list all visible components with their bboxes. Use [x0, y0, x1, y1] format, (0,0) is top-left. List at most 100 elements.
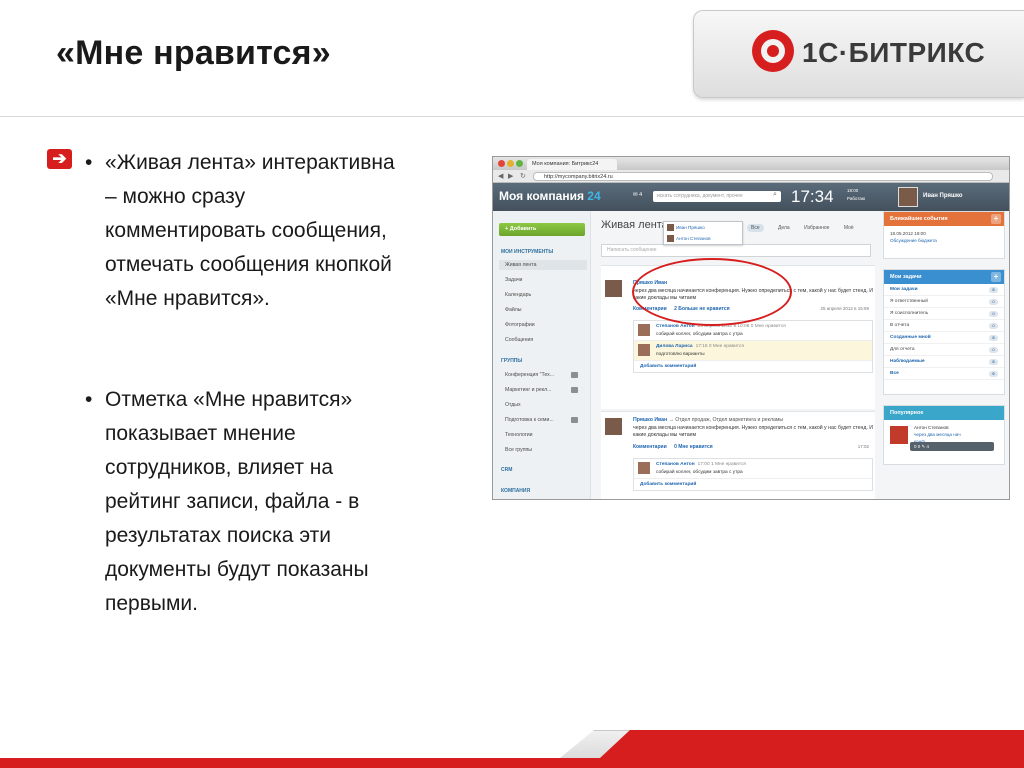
add-event-icon[interactable]: +: [991, 214, 1001, 224]
popular-author[interactable]: Антон Степанов: [914, 424, 961, 431]
post-author-avatar[interactable]: [605, 418, 622, 435]
comment-text: собирай коллег, обсудим завтра с утра: [656, 470, 743, 475]
user-avatar[interactable]: [898, 187, 918, 207]
task-filter-item[interactable]: Созданные мной 0: [884, 332, 1004, 344]
bullet-dot: •: [85, 151, 93, 174]
post-author[interactable]: Пряшко Иван → Отдел продаж, Отдел маркет…: [633, 417, 783, 423]
task-filter-label: Созданные мной: [890, 335, 931, 340]
task-count-badge: 0: [989, 323, 998, 329]
add-button[interactable]: + Добавить: [499, 223, 585, 236]
minimize-window-icon[interactable]: [507, 160, 514, 167]
task-filter-item[interactable]: Все 0: [884, 368, 1004, 380]
company-name: Моя компания: [499, 189, 584, 203]
nav-item-tasks[interactable]: Задачи: [505, 277, 522, 283]
maximize-window-icon[interactable]: [516, 160, 523, 167]
liker-row[interactable]: Антон Степанов: [664, 233, 742, 244]
inbox-counter[interactable]: ✉ 4: [633, 192, 642, 198]
add-comment-link[interactable]: Добавить комментарий: [634, 361, 872, 372]
user-name[interactable]: Иван Пряшко: [923, 193, 963, 199]
task-filter-item[interactable]: Наблюдаемые 0: [884, 356, 1004, 368]
comment: Степанов Антон 25 апреля 2012 в 10:08 0 М…: [634, 321, 872, 341]
url-input[interactable]: http://mycompany.bitrix24.ru: [533, 172, 993, 181]
nav-item-live-feed[interactable]: Живая лента: [499, 260, 587, 270]
event-item[interactable]: 18.05.2012 18:00 Обсуждение бюджета: [884, 226, 1004, 248]
task-filter-label: Я соисполнитель: [890, 311, 929, 316]
nav-item-calendar[interactable]: Календарь: [505, 292, 531, 298]
nav-section-tools[interactable]: МОИ ИНСТРУМЕНТЫ: [501, 249, 553, 255]
feed-tab-all[interactable]: Все: [747, 224, 764, 232]
comment-avatar[interactable]: [638, 462, 650, 474]
forward-icon[interactable]: ▶: [508, 172, 513, 180]
feed-title: Живая лента: [601, 219, 668, 231]
nav-group-item[interactable]: Подготовка к семи...: [505, 417, 554, 423]
clock-time[interactable]: 17:34: [791, 187, 834, 207]
post-author-name[interactable]: Пряшко Иван: [633, 417, 667, 423]
comment-author-name[interactable]: Степанов Антон: [656, 324, 695, 329]
add-comment-link[interactable]: Добавить комментарий: [634, 479, 872, 490]
like-button[interactable]: 0 Мне нравится: [674, 444, 713, 450]
close-window-icon[interactable]: [498, 160, 505, 167]
liker-name[interactable]: Антон Степанов: [676, 236, 711, 241]
task-filter-item[interactable]: Я ответственный 0: [884, 296, 1004, 308]
popular-toolbar[interactable]: 0 0 ✎ 4: [910, 442, 994, 451]
footer-red-band: [600, 730, 1024, 758]
nav-group-item[interactable]: Маркетинг и рекл...: [505, 387, 551, 393]
comment-author-name[interactable]: Дилова Лариса: [656, 344, 693, 349]
events-title: Ближайшие события: [890, 216, 948, 222]
bullet-2-line: сотрудников, влияет на: [105, 456, 334, 479]
comments-block: Степанов Антон 17:00 1 Мне нравится собир…: [633, 458, 873, 491]
group-badge-icon: [571, 372, 578, 378]
nav-group-item[interactable]: Все группы: [505, 447, 532, 453]
task-filter-item[interactable]: В отчета 0: [884, 320, 1004, 332]
liker-name[interactable]: Иван Пряшко: [676, 225, 705, 230]
task-filter-item[interactable]: Мои задачи 0: [884, 284, 1004, 296]
nav-item-messages[interactable]: Сообщения: [505, 337, 533, 343]
nav-group-item[interactable]: Конференция "Тех...: [505, 372, 554, 378]
bullet-1-line: «Мне нравится».: [105, 287, 270, 310]
company-title[interactable]: Моя компания 24: [499, 189, 601, 203]
popular-text-1[interactable]: через два месяца нач: [914, 431, 961, 438]
add-task-icon[interactable]: +: [991, 272, 1001, 282]
bullet-2-line: документы будут показаны: [105, 558, 369, 581]
nav-item-photos[interactable]: Фотографии: [505, 322, 535, 328]
portal-search-input[interactable]: искать сотрудника, документ, прочее: [653, 191, 781, 202]
comments-link[interactable]: Комментарии: [633, 444, 667, 450]
feed-tab-tasks[interactable]: Дела: [778, 225, 790, 231]
nav-section-company[interactable]: КОМПАНИЯ: [501, 488, 530, 494]
feed-tab-favorites[interactable]: Избранное: [804, 225, 829, 231]
right-sidebar: Ближайшие события + 18.05.2012 18:00 Обс…: [881, 211, 1009, 499]
nav-section-crm[interactable]: CRM: [501, 467, 512, 473]
popular-avatar[interactable]: [890, 426, 908, 444]
search-icon[interactable]: ⌕: [773, 191, 777, 199]
post-author-avatar[interactable]: [605, 280, 622, 297]
portal-screenshot: Моя компания: Битрикс24 ◀ ▶ ↻ http://myc…: [492, 156, 1010, 500]
nav-section-groups[interactable]: ГРУППЫ: [501, 358, 522, 364]
task-filter-item[interactable]: Для отчета 0: [884, 344, 1004, 356]
new-post-input[interactable]: Написать сообщение: [601, 244, 871, 257]
work-status[interactable]: Работаю: [847, 195, 865, 203]
reload-icon[interactable]: ↻: [520, 172, 526, 180]
bullet-1-line: отмечать сообщения кнопкой: [105, 253, 392, 276]
popular-widget-title: Популярное: [884, 406, 1004, 420]
nav-group-item[interactable]: Технологии: [505, 432, 533, 438]
task-filter-label: Для отчета: [890, 347, 915, 352]
comment-avatar[interactable]: [638, 324, 650, 336]
back-icon[interactable]: ◀: [498, 172, 503, 180]
comment-author-name[interactable]: Степанов Антон: [656, 462, 695, 467]
bullet-1: • «Живая лента» интерактивна – можно сра…: [85, 146, 480, 316]
nav-group-item[interactable]: Отдых: [505, 402, 521, 408]
post-actions: Комментарии 0 Мне нравится: [633, 444, 713, 450]
comment-author[interactable]: Степанов Антон 17:00 1 Мне нравится: [656, 462, 746, 467]
event-link[interactable]: Обсуждение бюджета: [890, 237, 998, 244]
comment: Дилова Лариса 17:15 0 Мне нравится подгот…: [634, 341, 872, 361]
browser-tab[interactable]: Моя компания: Битрикс24: [527, 159, 617, 170]
liker-row[interactable]: Иван Пряшко: [664, 222, 742, 233]
feed-tab-mine[interactable]: Моё: [844, 225, 854, 231]
task-filter-item[interactable]: Я соисполнитель 0: [884, 308, 1004, 320]
comment-avatar[interactable]: [638, 344, 650, 356]
inbox-count: 4: [639, 192, 643, 198]
nav-item-files[interactable]: Файлы: [505, 307, 521, 313]
portal-body: + Добавить МОИ ИНСТРУМЕНТЫ Живая лента З…: [493, 211, 1009, 499]
comment-text: собирай коллег, обсудим завтра с утра: [656, 332, 743, 337]
comment-author[interactable]: Дилова Лариса 17:15 0 Мне нравится: [656, 344, 744, 349]
